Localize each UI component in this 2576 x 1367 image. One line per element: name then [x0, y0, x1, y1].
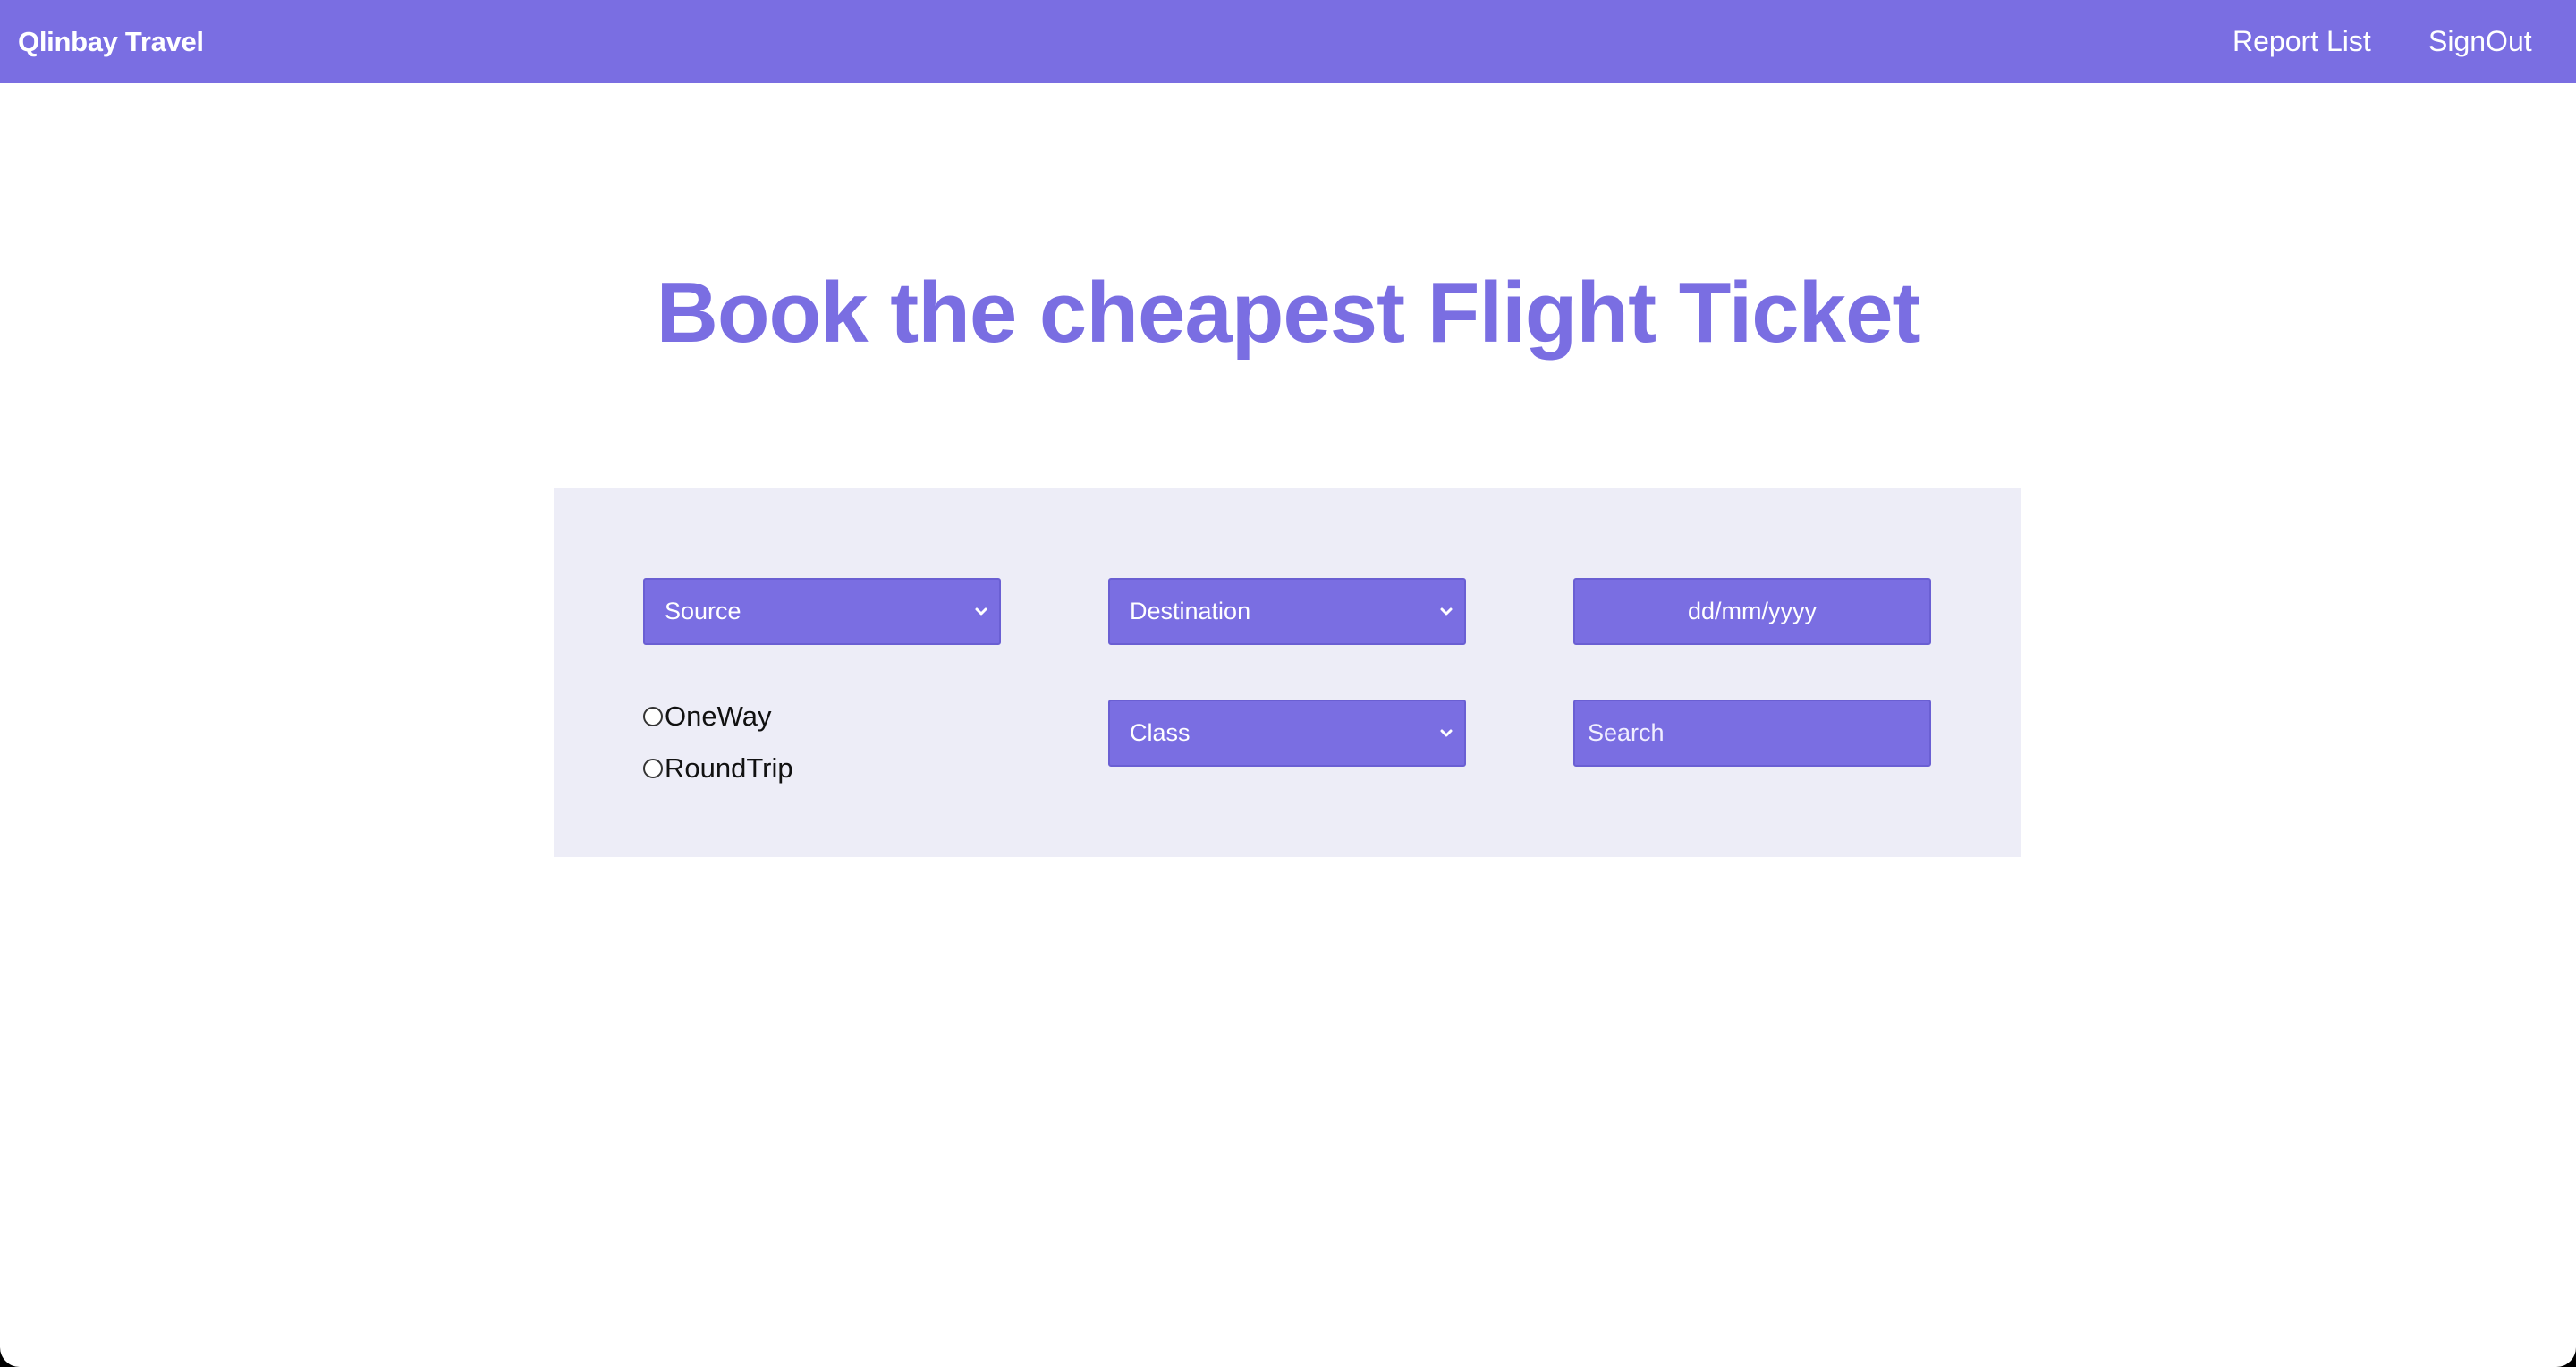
nav-link-signout[interactable]: SignOut	[2428, 0, 2532, 83]
destination-select[interactable]: Destination	[1108, 578, 1466, 645]
destination-select-value: Destination	[1130, 598, 1251, 624]
class-select-value: Class	[1130, 719, 1191, 746]
chevron-down-icon	[1440, 729, 1453, 737]
page-title: Book the cheapest Flight Ticket	[656, 265, 1921, 361]
radio-roundtrip-label: RoundTrip	[665, 752, 793, 784]
source-select-value: Source	[665, 598, 741, 624]
nav-link-report-list[interactable]: Report List	[2233, 0, 2371, 83]
date-input-placeholder: dd/mm/yyyy	[1687, 598, 1818, 624]
search-input[interactable]	[1573, 700, 1931, 767]
radio-oneway-label: OneWay	[665, 700, 772, 732]
chevron-down-icon	[975, 607, 987, 616]
source-select[interactable]: Source	[643, 578, 1001, 645]
flight-search-form: Source Destination dd/mm/yyyy OneWay Rou…	[554, 488, 2021, 857]
class-select[interactable]: Class	[1108, 700, 1466, 767]
radio-oneway[interactable]: OneWay	[643, 699, 771, 734]
radio-unchecked-icon[interactable]	[643, 759, 663, 778]
brand-logo-text[interactable]: Qlinbay Travel	[18, 0, 204, 83]
radio-roundtrip[interactable]: RoundTrip	[643, 751, 793, 786]
date-input[interactable]: dd/mm/yyyy	[1573, 578, 1931, 645]
chevron-down-icon	[1440, 607, 1453, 616]
radio-unchecked-icon[interactable]	[643, 707, 663, 726]
top-navbar: Qlinbay Travel Report List SignOut	[0, 0, 2576, 83]
page: Qlinbay Travel Report List SignOut Book …	[0, 0, 2576, 1367]
